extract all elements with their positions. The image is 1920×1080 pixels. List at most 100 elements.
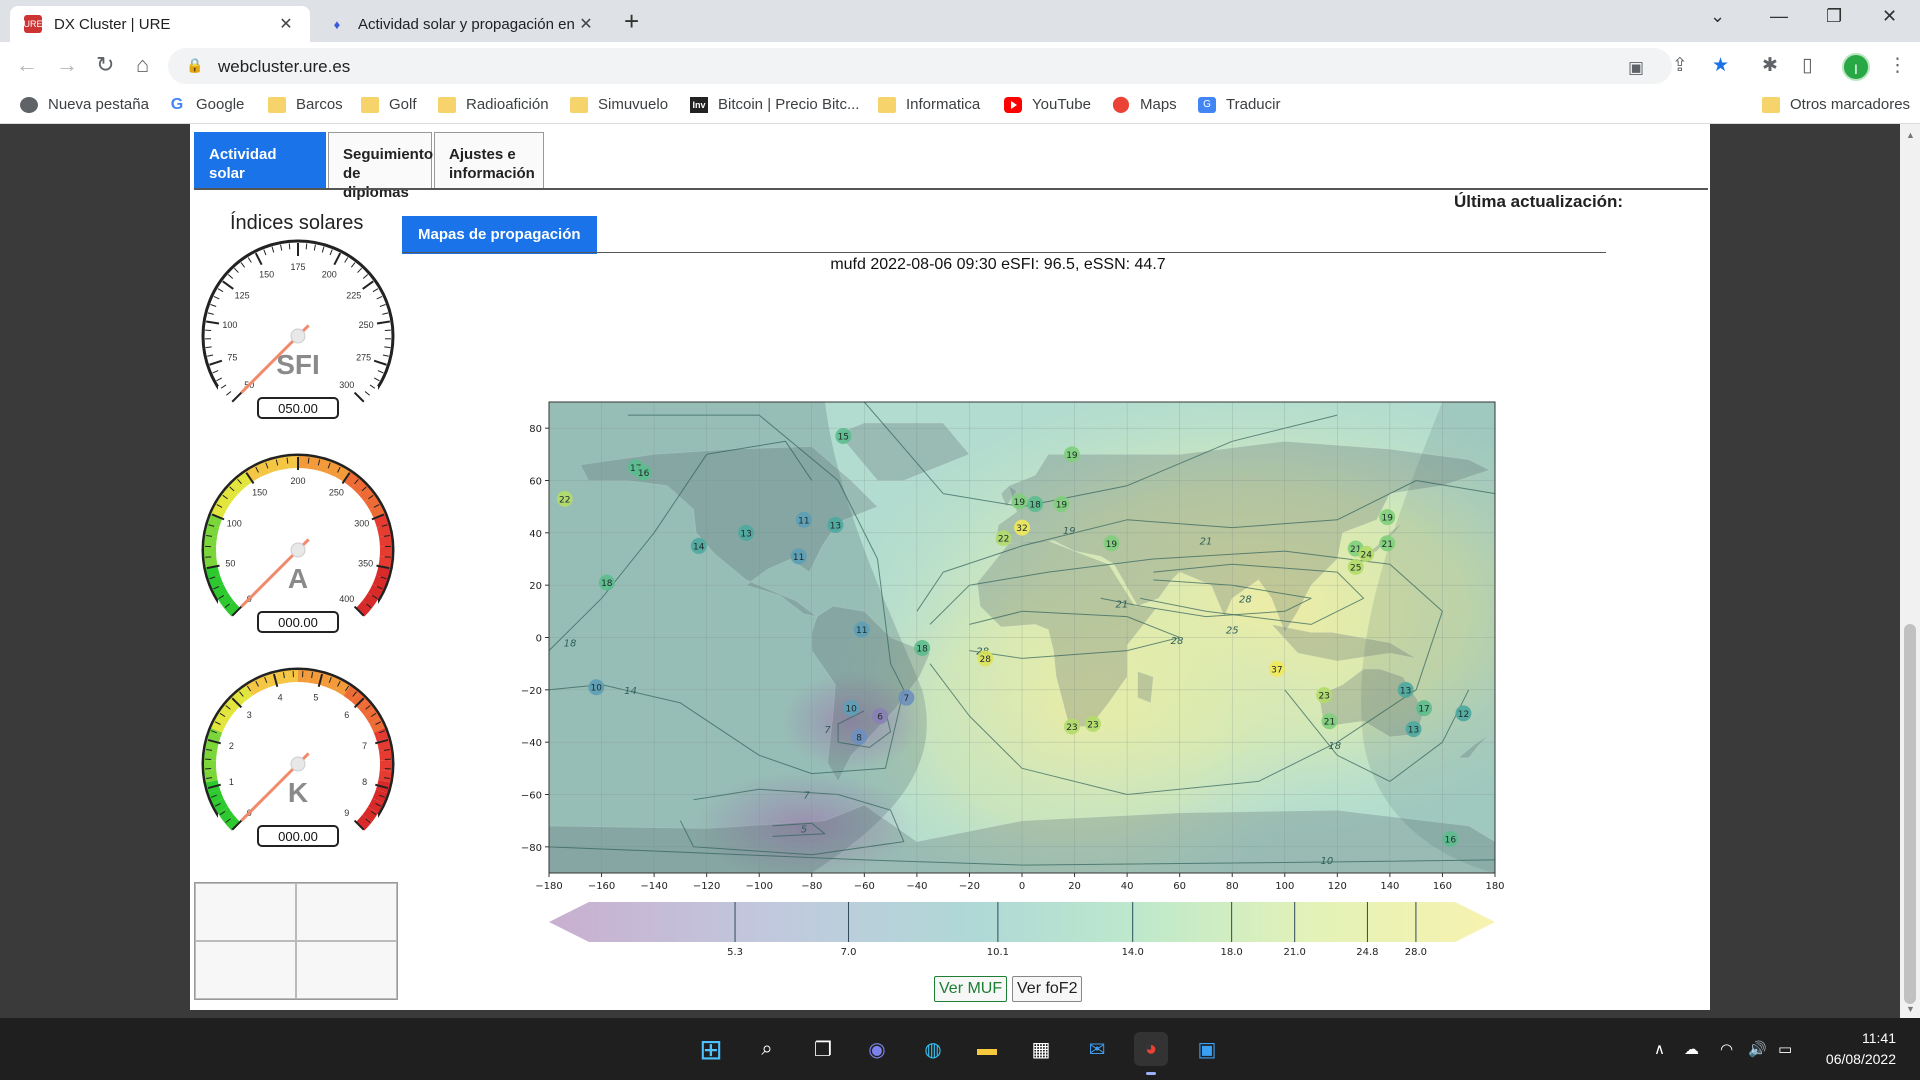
minimize-icon[interactable]: — <box>1770 6 1788 27</box>
globe-icon <box>20 96 38 113</box>
bookmark-otros-marcadores[interactable]: Otros marcadores <box>1762 96 1910 113</box>
file-explorer-icon[interactable]: ▬ <box>970 1032 1004 1066</box>
battery-icon[interactable]: ▭ <box>1778 1040 1792 1058</box>
reload-icon[interactable]: ↻ <box>96 52 114 78</box>
wifi-icon[interactable]: ◠ <box>1720 1040 1733 1058</box>
tab-ajustes-informacion[interactable]: Ajustes e información <box>434 132 544 188</box>
mail-icon[interactable]: ✉ <box>1080 1032 1114 1066</box>
station-marker: 21 <box>1379 535 1396 552</box>
start-icon[interactable]: ⊞ <box>694 1032 728 1066</box>
bookmark-maps[interactable]: ⬤ Maps <box>1112 96 1177 113</box>
lock-icon[interactable]: 🔒 <box>186 57 203 74</box>
k-gauge-svg: 0123456789K000.00 <box>201 667 395 861</box>
x-tick-label: −20 <box>959 881 980 892</box>
side-panel-icon[interactable]: ▯ <box>1802 54 1812 77</box>
bookmark-simuvuelo[interactable]: Simuvuelo <box>570 96 668 113</box>
volume-icon[interactable]: 🔊 <box>1748 1040 1767 1058</box>
edge-icon[interactable]: ◍ <box>916 1032 950 1066</box>
search-icon[interactable]: ⌕ <box>750 1032 784 1066</box>
gauge-color-band <box>307 670 320 685</box>
teams-chat-icon[interactable]: ◉ <box>860 1032 894 1066</box>
tab-dx-cluster[interactable]: URE DX Cluster | URE ✕ <box>10 6 310 42</box>
station-marker: 22 <box>556 490 573 507</box>
extensions-icon[interactable]: ✱ <box>1762 54 1778 77</box>
share-icon[interactable]: ⇪ <box>1672 54 1688 77</box>
station-marker: 23 <box>1063 718 1080 735</box>
task-view-icon[interactable]: ❐ <box>806 1032 840 1066</box>
store-icon[interactable]: ▦ <box>1024 1032 1058 1066</box>
ver-muf-button[interactable]: Ver MUF <box>934 976 1008 1002</box>
last-update-label: Última actualización: <box>1454 192 1624 211</box>
gauge-color-band <box>221 486 238 502</box>
url-text[interactable]: webcluster.ure.es <box>218 57 350 77</box>
gauge-color-band <box>364 494 381 511</box>
subtab-divider <box>402 252 1606 253</box>
close-icon[interactable]: ✕ <box>276 14 296 34</box>
show-hidden-icons-icon[interactable]: ∧ <box>1654 1040 1665 1058</box>
bookmark-golf[interactable]: Golf <box>361 96 417 113</box>
gauge-color-band <box>378 770 392 783</box>
back-icon[interactable]: ← <box>16 52 38 78</box>
bookmark-nueva-pestana[interactable]: Nueva pestaña <box>20 96 149 113</box>
ver-fof2-button[interactable]: Ver foF2 <box>1012 976 1083 1002</box>
station-value: 8 <box>856 733 862 743</box>
scroll-up-icon[interactable]: ▲ <box>1906 130 1915 140</box>
bookmark-barcos[interactable]: Barcos <box>268 96 343 113</box>
tab-mapas-propagacion[interactable]: Mapas de propagación <box>402 216 597 254</box>
bookmark-google[interactable]: G Google <box>168 96 245 113</box>
gauge-tick-label: 7 <box>362 741 367 751</box>
station-marker: 25 <box>1347 558 1364 575</box>
gauge-tick-label: 150 <box>259 270 274 280</box>
gauge-color-band <box>276 670 289 685</box>
profile-avatar[interactable]: I <box>1842 53 1870 81</box>
gauge-color-band <box>217 592 234 609</box>
bookmark-youtube[interactable]: YouTube <box>1004 96 1091 113</box>
station-marker: 37 <box>1268 660 1285 677</box>
colorbar-tick-label: 7.0 <box>841 947 857 958</box>
gauge-color-band <box>224 600 241 617</box>
gauge-hub <box>290 756 306 772</box>
tab-actividad-solar[interactable]: ♦ Actividad solar y propagación en ✕ <box>314 6 610 42</box>
bookmark-informatica[interactable]: Informatica <box>878 96 980 113</box>
scroll-down-icon[interactable]: ▼ <box>1906 1004 1915 1014</box>
station-value: 17 <box>1418 705 1429 715</box>
cast-icon[interactable]: ▣ <box>1628 58 1644 78</box>
bookmark-bitcoin[interactable]: Inv Bitcoin | Precio Bitc... <box>690 96 859 113</box>
gauge-tick-label: 3 <box>247 710 252 720</box>
page-scrollbar[interactable]: ▲ ▼ <box>1900 124 1920 1018</box>
station-value: 14 <box>693 542 705 552</box>
tab-actividad-solar-propagacion[interactable]: Actividad solar y propagación <box>194 132 326 220</box>
gauge-color-band <box>215 708 232 725</box>
close-window-icon[interactable]: ✕ <box>1882 6 1897 27</box>
onedrive-icon[interactable]: ☁ <box>1684 1040 1699 1058</box>
forward-icon[interactable]: → <box>56 52 78 78</box>
gauge-color-band <box>245 466 261 482</box>
app-icon[interactable]: ▣ <box>1190 1032 1224 1066</box>
tab-seguimiento-diplomas[interactable]: Seguimiento de diplomas <box>328 132 433 201</box>
station-value: 23 <box>1066 723 1077 733</box>
chrome-icon[interactable]: ◕ <box>1134 1032 1168 1075</box>
taskbar-clock[interactable]: 11:41 06/08/2022 <box>1816 1028 1896 1070</box>
station-value: 32 <box>1016 524 1027 534</box>
gauge-color-band <box>297 670 310 683</box>
close-icon[interactable]: ✕ <box>576 14 596 34</box>
restore-icon[interactable]: ❐ <box>1826 6 1842 27</box>
bookmark-traducir[interactable]: G Traducir <box>1198 96 1280 113</box>
tab-title: DX Cluster | URE <box>54 15 171 33</box>
scroll-thumb[interactable] <box>1904 624 1916 1004</box>
tab-search-icon[interactable]: ⌄ <box>1710 6 1725 27</box>
station-marker: 19 <box>1103 535 1120 552</box>
contour-label: 7 <box>803 791 810 802</box>
home-icon[interactable]: ⌂ <box>136 52 149 78</box>
gauge-color-band <box>228 478 245 495</box>
new-tab-button[interactable]: + <box>624 8 639 34</box>
x-tick-label: −180 <box>535 881 562 892</box>
gauge-tick-label: 400 <box>339 594 354 604</box>
gauge-color-band <box>236 471 253 488</box>
menu-icon[interactable]: ⋮ <box>1888 54 1907 77</box>
bookmark-star-icon[interactable]: ★ <box>1712 54 1729 77</box>
x-tick-label: 180 <box>1485 881 1504 892</box>
bookmark-label: Maps <box>1140 96 1177 113</box>
bookmark-radioaficion[interactable]: Radioafición <box>438 96 549 113</box>
address-bar[interactable]: 🔒 webcluster.ure.es ▣ <box>168 48 1672 84</box>
